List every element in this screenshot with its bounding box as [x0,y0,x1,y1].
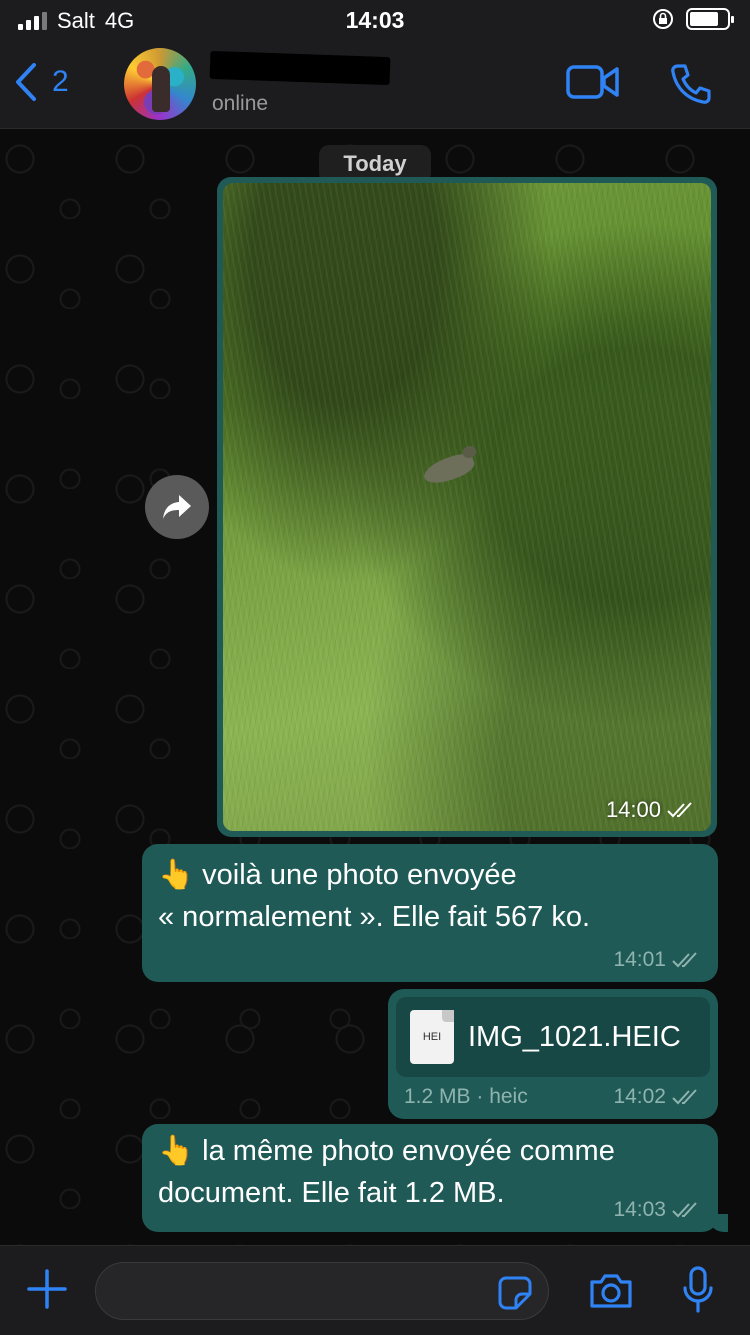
video-call-button[interactable] [566,64,620,105]
video-call-icon [566,65,619,99]
forward-icon [163,495,191,519]
photo-message[interactable]: 14:00 [217,177,717,837]
status-bar: Salt 4G 14:03 [0,0,750,40]
message-emoji: 👆 [158,859,195,891]
message-text-line2: document. Elle fait 1.2 MB. [158,1177,505,1209]
sticker-button[interactable] [496,1274,534,1317]
photo-meta: 14:00 [606,797,697,823]
microphone-icon [683,1266,713,1313]
back-button[interactable]: 2 [14,62,69,102]
forward-button[interactable] [145,475,209,539]
document-icon-label: HEI [422,1031,442,1043]
bird-in-photo [420,449,478,489]
battery-icon [686,8,734,30]
document-size-type: 1.2 MB · heic [404,1085,528,1108]
orientation-lock-icon [653,9,673,29]
message-input[interactable] [95,1262,549,1320]
voice-message-button[interactable] [682,1266,714,1319]
text-message[interactable]: 👆 la même photo envoyée comme document. … [142,1124,728,1232]
document-file-name: IMG_1021.HEIC [468,1020,681,1053]
message-time: 14:00 [605,797,661,822]
document-card[interactable]: HEI IMG_1021.HEIC [396,997,710,1077]
message-time: 14:03 [613,1198,666,1221]
contact-avatar[interactable] [124,48,196,120]
attach-button[interactable] [26,1268,68,1315]
chat-header: 2 online [0,40,750,129]
sticker-icon [498,1276,532,1310]
phone-icon [671,64,711,104]
document-file-icon: HEI [410,1010,454,1064]
unread-count: 2 [52,65,69,98]
plus-icon [27,1269,67,1309]
back-chevron-icon [16,63,36,101]
document-message[interactable]: HEI IMG_1021.HEIC 1.2 MB · heic 14:02 [388,989,718,1119]
message-emoji: 👆 [158,1135,195,1167]
read-receipt-icon [672,952,697,968]
message-text-line1: voilà une photo envoyée [202,859,517,891]
message-time: 14:02 [613,1085,666,1108]
contact-name-redacted[interactable] [209,50,391,86]
camera-button[interactable] [588,1272,634,1315]
clock: 14:03 [345,7,405,33]
read-receipt-icon [672,1202,697,1218]
text-message[interactable]: 👆 voilà une photo envoyée « normalement … [142,844,718,982]
message-text-line1: la même photo envoyée comme [202,1135,615,1167]
voice-call-button[interactable] [668,62,712,111]
photo-image[interactable]: 14:00 [223,183,711,831]
read-receipt-icon [672,1089,697,1105]
composer-bar [0,1245,750,1335]
read-receipt-icon [667,802,692,818]
message-time: 14:01 [613,948,666,971]
contact-status: online [212,92,269,115]
camera-icon [590,1274,632,1308]
chat-area[interactable]: Today 14:00 👆 voilà une photo envoyée « … [0,129,750,1245]
message-text-line2: « normalement ». Elle fait 567 ko. [158,901,591,933]
